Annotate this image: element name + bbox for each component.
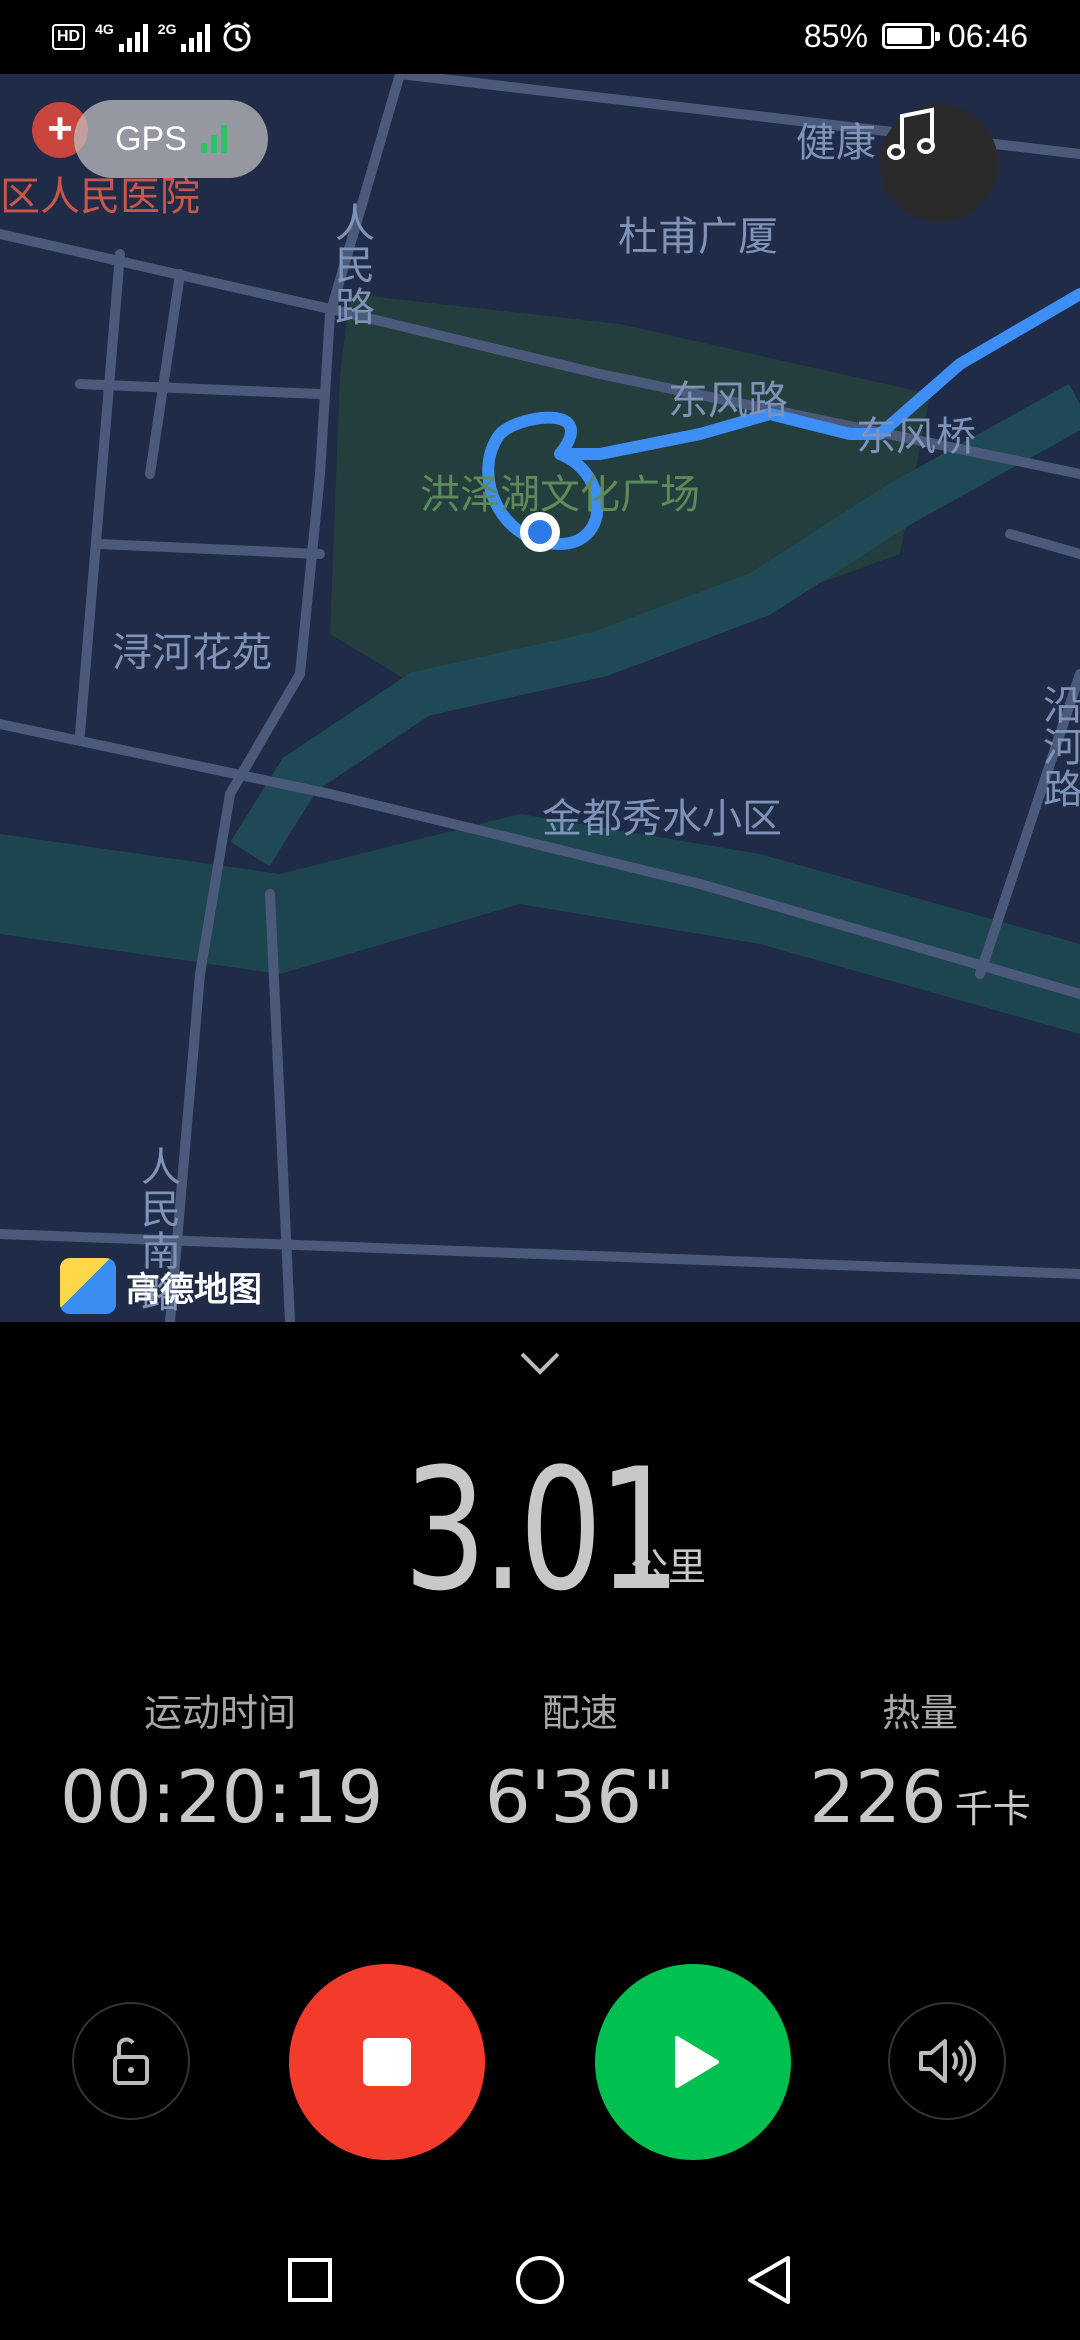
lock-button[interactable] xyxy=(72,2002,190,2120)
signal-2g-icon: 2G xyxy=(158,22,211,52)
music-icon xyxy=(887,107,935,160)
stop-button[interactable] xyxy=(289,1964,485,2160)
gps-status: GPS xyxy=(74,100,268,178)
stat-value-text: 226 xyxy=(809,1755,947,1839)
map-label-square: 洪泽湖文化广场 xyxy=(420,472,700,518)
stat-label: 配速 xyxy=(541,1693,618,1735)
map-label-dongfeng-road: 东风路 xyxy=(668,378,788,424)
play-icon xyxy=(675,2036,719,2088)
battery-fill xyxy=(886,28,923,44)
stat-value-text: 6'36" xyxy=(484,1755,676,1839)
amap-logo-icon xyxy=(60,1258,116,1314)
stat-value-text: 00:20:19 xyxy=(60,1755,384,1839)
map-view[interactable]: 区人民医院 健康 杜甫广厦 人民路 东风路 东风桥 洪泽湖文化广场 浔河花苑 沿… xyxy=(0,74,1080,1322)
stat-calories: 热量 226 千卡 xyxy=(760,1682,1080,1839)
net-type-2: 2G xyxy=(157,21,177,37)
status-bar: HD 4G 2G 85% 06:46 xyxy=(0,0,1080,74)
volume-button[interactable] xyxy=(888,2002,1006,2120)
stat-label: 热量 xyxy=(881,1693,958,1735)
status-left: HD 4G 2G xyxy=(52,18,254,56)
recents-icon[interactable] xyxy=(286,2256,334,2304)
status-right: 85% 06:46 xyxy=(804,14,1028,58)
map-label-dufu: 杜甫广厦 xyxy=(618,214,778,260)
clock: 06:46 xyxy=(947,17,1028,54)
distance-unit: 公里 xyxy=(630,1547,707,1589)
chevron-down-icon[interactable] xyxy=(518,1348,562,1378)
stat-duration: 运动时间 00:20:19 xyxy=(60,1682,384,1839)
stop-icon xyxy=(363,2038,411,2086)
music-button[interactable] xyxy=(880,104,998,222)
stat-value: 00:20:19 xyxy=(60,1755,384,1839)
gps-signal-icon xyxy=(200,125,227,153)
map-label-health: 健康 xyxy=(796,120,876,166)
map-canvas xyxy=(0,74,1080,1322)
lock-icon xyxy=(113,2037,149,2085)
stat-unit: 千卡 xyxy=(954,1787,1031,1831)
system-nav-bar xyxy=(0,2220,1080,2340)
map-label-yanhe-road: 沿河路 xyxy=(1036,684,1080,810)
map-label-xunhe: 浔河花苑 xyxy=(112,630,272,676)
distance-value: 3.01 xyxy=(403,1432,681,1628)
resume-button[interactable] xyxy=(595,1964,791,2160)
distance-display: 3.01 公里 xyxy=(0,1432,1080,1628)
alarm-icon xyxy=(223,21,251,52)
net-type-1: 4G xyxy=(95,21,114,37)
map-label-renmin-road: 人民路 xyxy=(328,202,374,328)
map-label-jindu: 金都秀水小区 xyxy=(542,796,782,842)
battery-icon xyxy=(881,23,940,49)
stat-value: 226 千卡 xyxy=(760,1755,1080,1839)
workout-panel: 3.01 公里 运动时间 00:20:19 配速 6'36" 热量 226 千卡 xyxy=(0,1322,1080,2340)
amap-logo: 高德地图 xyxy=(60,1258,262,1314)
back-icon[interactable] xyxy=(744,2254,794,2306)
home-icon[interactable] xyxy=(514,2254,566,2306)
stat-pace: 配速 6'36" xyxy=(420,1682,740,1839)
signal-4g-icon: 4G xyxy=(95,22,148,52)
gps-label: GPS xyxy=(115,119,187,158)
volume-icon xyxy=(919,2039,976,2083)
hd-icon: HD xyxy=(52,24,86,50)
stat-label: 运动时间 xyxy=(143,1693,296,1735)
stat-value: 6'36" xyxy=(420,1755,740,1839)
map-provider: 高德地图 xyxy=(126,1270,262,1309)
battery-percent: 85% xyxy=(803,17,868,54)
map-label-dongfeng-bridge: 东风桥 xyxy=(856,414,976,460)
